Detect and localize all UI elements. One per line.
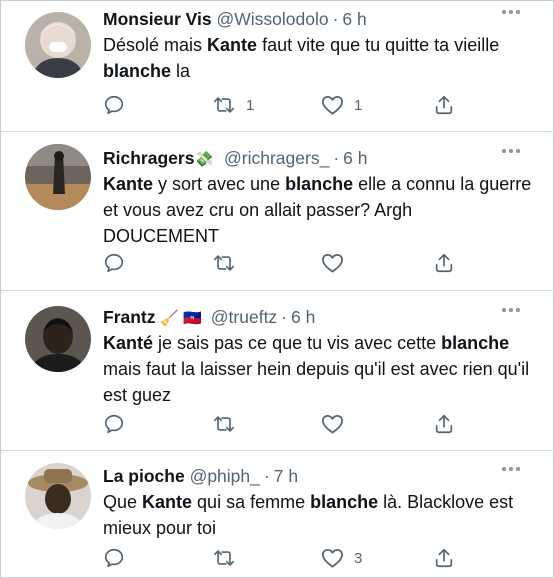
highlight-text: Kante xyxy=(103,174,154,194)
tweet[interactable]: Monsieur Vis @Wissolodolo · 6 h Désolé mai… xyxy=(0,0,554,131)
retweet-button[interactable]: 1 xyxy=(212,91,254,119)
share-button[interactable] xyxy=(433,249,455,277)
separator-dot: · xyxy=(281,307,288,327)
text-segment: Que xyxy=(103,492,143,512)
retweet-button[interactable] xyxy=(212,544,246,572)
tweet-text: Désolé mais Kante faut vite que tu quitt… xyxy=(103,32,533,84)
tweet-actions xyxy=(103,249,463,277)
share-icon xyxy=(433,94,455,116)
timestamp[interactable]: 6 h xyxy=(343,148,367,168)
like-icon xyxy=(321,252,344,274)
timestamp[interactable]: 6 h xyxy=(342,9,366,29)
retweet-button[interactable] xyxy=(212,249,246,277)
retweet-count: 1 xyxy=(246,96,255,114)
tweet-actions: 11 xyxy=(103,91,463,119)
like-count: 1 xyxy=(354,96,363,114)
avatar[interactable] xyxy=(25,306,91,372)
tweet-header: Richragers💸 @richragers_ · 6 h xyxy=(103,145,367,171)
highlight-text: blanche xyxy=(310,492,379,512)
text-segment: Désolé mais xyxy=(103,35,208,55)
text-segment: je sais pas ce que tu vis avec cette xyxy=(153,333,442,353)
more-icon[interactable] xyxy=(502,465,522,473)
separator-dot: · xyxy=(333,148,340,168)
like-icon xyxy=(321,547,344,569)
text-segment: la xyxy=(171,61,191,81)
highlight-text: blanche xyxy=(441,333,510,353)
tweet-header: Monsieur Vis @Wissolodolo · 6 h xyxy=(103,6,367,32)
highlight-text: Kante xyxy=(142,492,193,512)
name-emoji: 💸 xyxy=(194,151,214,168)
display-name[interactable]: La pioche xyxy=(103,466,185,486)
text-segment: mais faut la laisser hein depuis qu'il e… xyxy=(103,359,530,405)
more-icon[interactable] xyxy=(502,306,522,314)
like-icon xyxy=(321,413,344,435)
like-button[interactable]: 3 xyxy=(321,544,362,572)
user-handle[interactable]: @trueftz xyxy=(211,307,277,327)
highlight-text: blanche xyxy=(285,174,354,194)
share-icon xyxy=(433,252,455,274)
reply-icon xyxy=(103,94,125,116)
avatar[interactable] xyxy=(25,12,91,78)
tweet-actions: 3 xyxy=(103,544,463,572)
display-name[interactable]: Richragers xyxy=(103,148,194,168)
retweet-icon xyxy=(212,547,236,569)
tweet-header: La pioche @phiph_ · 7 h xyxy=(103,463,298,489)
tweet-text: Que Kante qui sa femme blanche là. Black… xyxy=(103,489,533,541)
retweet-icon xyxy=(212,252,236,274)
like-button[interactable] xyxy=(321,410,354,438)
highlight-text: Kante xyxy=(207,35,258,55)
share-icon xyxy=(433,547,455,569)
tweet-header: Frantz 🧹 🇭🇹 @trueftz · 6 h xyxy=(103,304,315,330)
reply-button[interactable] xyxy=(103,91,135,119)
retweet-icon xyxy=(212,94,236,116)
tweet[interactable]: La pioche @phiph_ · 7 h Que Kante qui sa f… xyxy=(0,451,554,577)
user-handle[interactable]: @phiph_ xyxy=(190,466,260,486)
like-button[interactable] xyxy=(321,249,354,277)
like-button[interactable]: 1 xyxy=(321,91,362,119)
reply-icon xyxy=(103,413,125,435)
tweet[interactable]: Richragers💸 @richragers_ · 6 h Kante y sor… xyxy=(0,132,554,290)
separator-dot: · xyxy=(332,9,339,29)
text-segment: qui sa femme xyxy=(192,492,311,512)
like-count: 3 xyxy=(354,549,363,567)
user-handle[interactable]: @Wissolodolo xyxy=(216,9,328,29)
share-icon xyxy=(433,413,455,435)
share-button[interactable] xyxy=(433,410,455,438)
reply-button[interactable] xyxy=(103,544,135,572)
reply-icon xyxy=(103,547,125,569)
share-button[interactable] xyxy=(433,91,455,119)
name-emoji: 🧹 🇭🇹 xyxy=(160,310,202,327)
separator-dot: · xyxy=(263,466,270,486)
display-name[interactable]: Frantz xyxy=(103,307,156,327)
timestamp[interactable]: 7 h xyxy=(274,466,298,486)
text-segment: faut vite que tu quitte ta vieille xyxy=(257,35,500,55)
text-segment: y sort avec une xyxy=(153,174,286,194)
avatar[interactable] xyxy=(25,144,91,210)
highlight-text: Kanté xyxy=(103,333,154,353)
more-icon[interactable] xyxy=(502,8,522,16)
reply-button[interactable] xyxy=(103,410,135,438)
retweet-icon xyxy=(212,413,236,435)
reply-button[interactable] xyxy=(103,249,135,277)
display-name[interactable]: Monsieur Vis xyxy=(103,9,212,29)
tweet-actions xyxy=(103,410,463,438)
user-handle[interactable]: @richragers_ xyxy=(224,148,329,168)
tweet-text: Kanté je sais pas ce que tu vis avec cet… xyxy=(103,330,533,408)
timestamp[interactable]: 6 h xyxy=(291,307,315,327)
tweet[interactable]: Frantz 🧹 🇭🇹 @trueftz · 6 h Kanté je sais p… xyxy=(0,291,554,450)
share-button[interactable] xyxy=(433,544,455,572)
avatar[interactable] xyxy=(25,463,91,529)
retweet-button[interactable] xyxy=(212,410,246,438)
more-icon[interactable] xyxy=(502,147,522,155)
like-icon xyxy=(321,94,344,116)
tweet-text: Kante y sort avec une blanche elle a con… xyxy=(103,171,533,249)
highlight-text: blanche xyxy=(103,61,172,81)
reply-icon xyxy=(103,252,125,274)
